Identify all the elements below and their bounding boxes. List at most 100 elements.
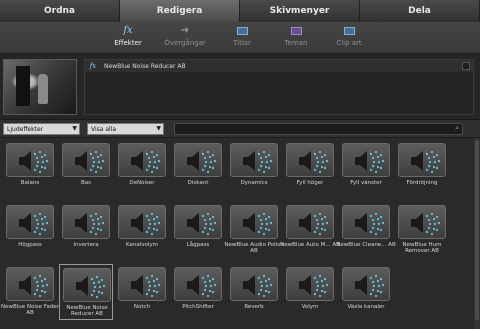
effect-label: NewBlue Auto M... AB <box>280 242 340 248</box>
speaker-icon <box>62 205 110 239</box>
speaker-icon <box>342 205 390 239</box>
effect-item[interactable]: Dynamics <box>227 140 281 196</box>
speaker-icon <box>398 205 446 239</box>
category-dropdown-value: Ljudeffekter <box>7 125 44 133</box>
effect-enable-checkbox[interactable] <box>462 62 470 70</box>
effect-label: DeNoiser <box>129 180 155 186</box>
effect-item[interactable]: Högpass <box>3 202 57 258</box>
speaker-icon <box>230 143 278 177</box>
effect-label: NewBlue Noise Reducer AB <box>66 305 108 317</box>
effect-item[interactable]: Fyll höger <box>283 140 337 196</box>
scrollbar-thumb[interactable] <box>475 140 479 320</box>
fx-small-icon: fx <box>89 62 97 70</box>
effect-item[interactable]: NewBlue Hum Remover AB <box>395 202 449 258</box>
speaker-icon <box>342 267 390 301</box>
speaker-icon <box>118 267 166 301</box>
effect-label: Högpass <box>18 242 42 248</box>
effect-item[interactable]: NewBlue Noise Reducer AB <box>59 264 113 320</box>
effect-item[interactable]: Reverb <box>227 264 281 320</box>
applied-effect-name: NewBlue Noise Reducer AB <box>104 62 186 70</box>
effect-label: Fyll vänster <box>350 180 382 186</box>
effect-item[interactable]: Fördröjning <box>395 140 449 196</box>
effect-item[interactable]: Lågpass <box>171 202 225 258</box>
effect-item[interactable]: Balans <box>3 140 57 196</box>
effect-item[interactable]: NewBlue Noise Fader AB <box>1 264 59 320</box>
tool-titlar-label: Titlar <box>233 39 251 47</box>
search-icon: ⌕ <box>455 124 459 132</box>
effect-label: Diskant <box>187 180 209 186</box>
effect-label: PitchShifter <box>182 304 214 310</box>
tab-skivmenyer[interactable]: Skivmenyer <box>240 0 360 22</box>
tool-effekter-label: Effekter <box>114 39 142 47</box>
effects-grid: Balans Bas DeNoiser Diskant Dynamics Fyll hög… <box>0 138 474 329</box>
tool-effekter[interactable]: fx Effekter <box>113 25 143 51</box>
tool-titlar[interactable]: Titlar <box>228 25 256 51</box>
speaker-icon <box>230 205 278 239</box>
speaker-icon <box>230 267 278 301</box>
effect-label: Växla kanaler <box>347 304 385 310</box>
effect-item[interactable]: Diskant <box>171 140 225 196</box>
speaker-icon <box>174 143 222 177</box>
clip-preview-panel: fx NewBlue Noise Reducer AB <box>0 54 480 120</box>
tab-dela[interactable]: Dela <box>360 0 480 22</box>
tool-overgangar[interactable]: ➔ Övergångar <box>160 25 210 51</box>
effect-item[interactable]: Volym <box>283 264 337 320</box>
tab-redigera[interactable]: Redigera <box>120 0 240 22</box>
effect-item[interactable]: PitchShifter <box>171 264 225 320</box>
grid-scrollbar[interactable] <box>474 138 480 329</box>
tool-teman[interactable]: Teman <box>282 25 310 51</box>
effect-label: Volym <box>301 304 319 310</box>
effect-label: Lågpass <box>186 242 210 248</box>
effect-label: NewBlue Hum Remover AB <box>402 242 442 254</box>
tool-clipart[interactable]: Clip art <box>334 25 364 51</box>
effect-item[interactable]: NewBlue Cleane... AB <box>336 202 396 258</box>
view-dropdown-value: Visa alla <box>91 125 117 133</box>
effect-item[interactable]: NewBlue Audio Polish AB <box>224 202 284 258</box>
tool-clipart-label: Clip art <box>336 39 362 47</box>
speaker-icon <box>286 143 334 177</box>
effect-label: Dynamics <box>240 180 268 186</box>
speaker-icon <box>6 205 54 239</box>
effect-label: NewBlue Audio Polish AB <box>224 242 284 254</box>
view-dropdown[interactable]: Visa alla ▼ <box>87 123 164 135</box>
speaker-icon <box>118 205 166 239</box>
effect-item[interactable]: Bas <box>59 140 113 196</box>
tool-overgangar-label: Övergångar <box>164 39 206 47</box>
tab-ordna[interactable]: Ordna <box>0 0 120 22</box>
chevron-down-icon: ▼ <box>72 125 77 132</box>
speaker-icon <box>174 267 222 301</box>
effect-item[interactable]: Invertera <box>59 202 113 258</box>
effect-item[interactable]: Fyll vänster <box>339 140 393 196</box>
effect-item[interactable]: Växla kanaler <box>339 264 393 320</box>
applied-effect-row[interactable]: fx NewBlue Noise Reducer AB <box>85 60 473 72</box>
applied-effects-list: fx NewBlue Noise Reducer AB <box>84 59 474 115</box>
main-tabs: Ordna Redigera Skivmenyer Dela <box>0 0 480 22</box>
speaker-icon <box>62 143 110 177</box>
effect-label: Kanalvolym <box>125 242 159 248</box>
speaker-icon <box>286 205 334 239</box>
effect-label: Notch <box>133 304 151 310</box>
clip-thumbnail[interactable] <box>3 59 77 115</box>
effect-item[interactable]: NewBlue Auto M... AB <box>280 202 340 258</box>
speaker-icon <box>342 143 390 177</box>
effect-label: Reverb <box>244 304 264 310</box>
speaker-icon <box>6 267 54 301</box>
search-input[interactable]: ⌕ <box>174 123 463 135</box>
speaker-icon <box>398 143 446 177</box>
app-window: Ordna Redigera Skivmenyer Dela fx Effekt… <box>0 0 480 329</box>
title-icon <box>235 25 249 37</box>
effect-item[interactable]: DeNoiser <box>115 140 169 196</box>
speaker-icon <box>63 268 111 302</box>
category-dropdown[interactable]: Ljudeffekter ▼ <box>3 123 80 135</box>
effect-label: Fyll höger <box>296 180 324 186</box>
effect-label: NewBlue Noise Fader AB <box>0 304 60 316</box>
speaker-icon <box>174 205 222 239</box>
effect-item[interactable]: Notch <box>115 264 169 320</box>
effect-label: Bas <box>80 180 91 186</box>
filter-bar: Ljudeffekter ▼ Visa alla ▼ ⌕ <box>0 120 480 138</box>
theme-icon <box>289 25 303 37</box>
effect-label: NewBlue Cleane... AB <box>336 242 396 248</box>
speaker-icon <box>286 267 334 301</box>
effect-item[interactable]: Kanalvolym <box>115 202 169 258</box>
speaker-icon <box>118 143 166 177</box>
